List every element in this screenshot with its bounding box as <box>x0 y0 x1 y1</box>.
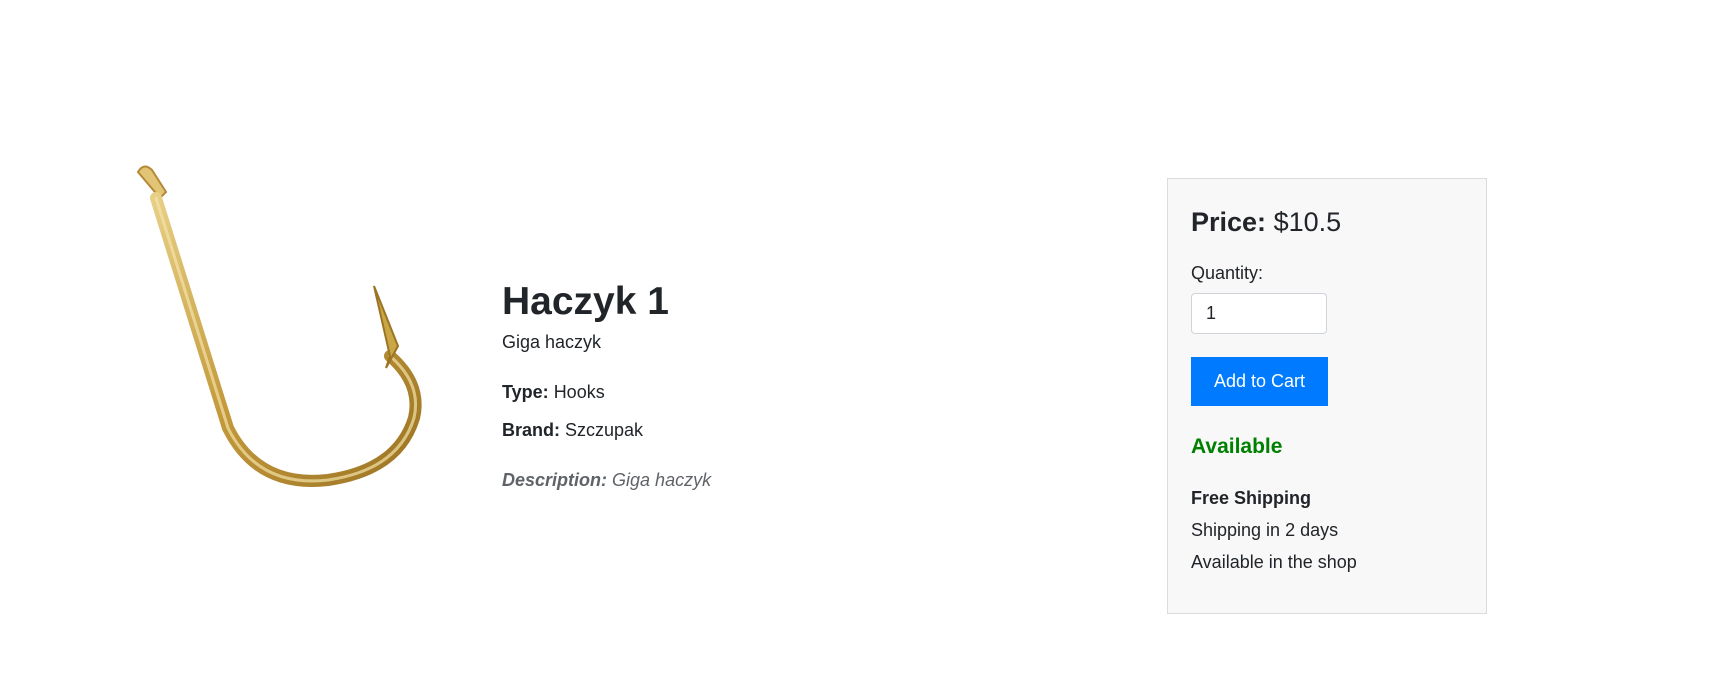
product-brand: Brand: Szczupak <box>502 416 1022 444</box>
price-label: Price: <box>1191 207 1267 237</box>
product-subtitle: Giga haczyk <box>502 332 602 352</box>
brand-value: Szczupak <box>565 420 644 440</box>
brand-label: Brand: <box>502 420 560 440</box>
quantity-label: Quantity: <box>1191 263 1264 283</box>
price-value: $10.5 <box>1273 207 1342 237</box>
purchase-box: Price: $10.5 Quantity: Add to Cart Avail… <box>1167 178 1487 614</box>
type-value: Hooks <box>553 382 605 402</box>
quantity-input[interactable] <box>1191 293 1327 334</box>
type-label: Type: <box>502 382 549 402</box>
shipping-time: Shipping in 2 days <box>1191 520 1339 540</box>
product-title: Haczyk 1 <box>502 280 669 323</box>
product-page: Haczyk 1 Giga haczyk Type: Hooks Brand: … <box>0 0 1722 680</box>
description-value: Giga haczyk <box>612 470 712 490</box>
shop-availability: Available in the shop <box>1191 552 1357 572</box>
availability-status: Available <box>1191 435 1283 458</box>
free-shipping-label: Free Shipping <box>1191 488 1312 508</box>
product-description: Description: Giga haczyk <box>502 466 1022 494</box>
product-info: Haczyk 1 Giga haczyk Type: Hooks Brand: … <box>502 276 1022 494</box>
price: Price: $10.5 <box>1191 203 1463 241</box>
product-type: Type: Hooks <box>502 378 1022 406</box>
fishing-hook-image <box>128 158 468 498</box>
add-to-cart-button[interactable]: Add to Cart <box>1191 357 1328 406</box>
description-label: Description: <box>502 470 608 490</box>
